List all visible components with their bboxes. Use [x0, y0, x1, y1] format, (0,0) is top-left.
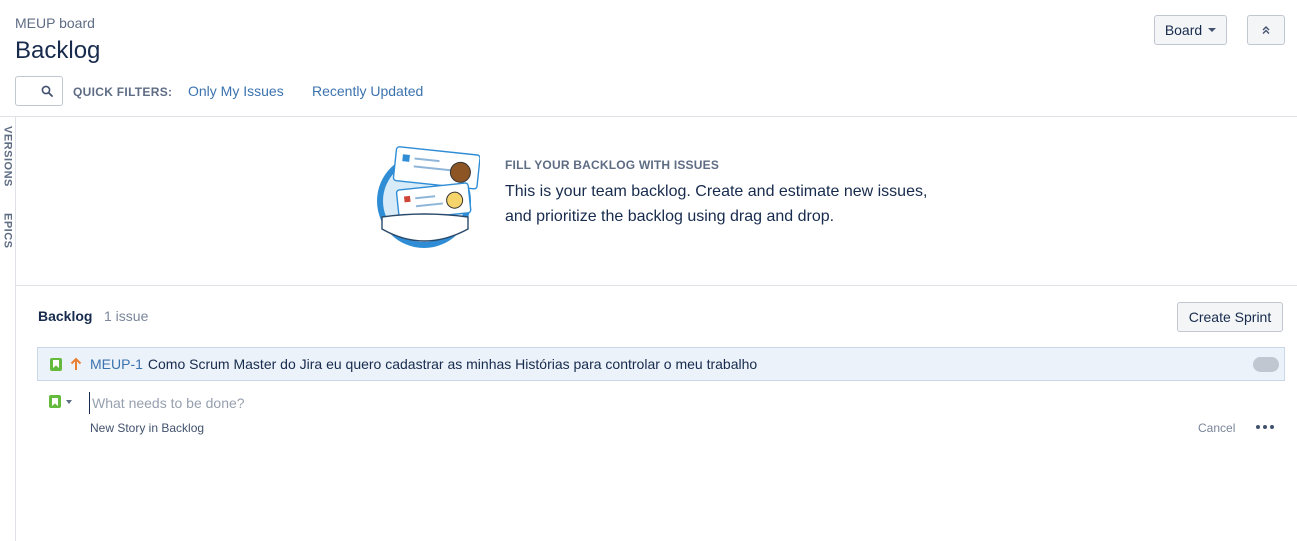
empty-state-line-1: This is your team backlog. Create and es…	[505, 183, 928, 200]
backlog-illustration	[377, 146, 480, 248]
filter-recently-updated[interactable]: Recently Updated	[312, 83, 423, 99]
filter-only-my-issues[interactable]: Only My Issues	[188, 83, 284, 99]
filter-search-box[interactable]	[15, 76, 63, 106]
versions-panel-tab[interactable]: VERSIONS	[0, 126, 15, 192]
issue-summary: Como Scrum Master do Jira eu quero cadas…	[147, 356, 758, 372]
create-sprint-button[interactable]: Create Sprint	[1177, 302, 1283, 332]
story-icon	[49, 395, 61, 408]
estimate-badge[interactable]	[1253, 357, 1279, 372]
issue-type-selector[interactable]	[49, 395, 72, 408]
double-chevron-up-icon	[1262, 26, 1270, 34]
page-title: Backlog	[15, 37, 101, 64]
board-name: MEUP board	[15, 15, 95, 31]
empty-state-line-2: and prioritize the backlog using drag an…	[505, 208, 835, 225]
more-options-button[interactable]	[1256, 420, 1274, 434]
search-icon	[41, 85, 53, 97]
more-dots-icon-dot	[1270, 425, 1274, 429]
board-button-label: Board	[1164, 22, 1203, 38]
caret-down-icon	[1208, 28, 1217, 32]
more-dots-icon-dot	[1263, 425, 1267, 429]
quick-filters-label: QUICK FILTERS:	[73, 85, 173, 99]
new-issue-hint: New Story in Backlog	[90, 421, 205, 435]
new-issue-input[interactable]	[89, 392, 1239, 414]
more-dots-icon	[1256, 425, 1260, 429]
section-divider	[16, 285, 1297, 286]
empty-state-heading: FILL YOUR BACKLOG WITH ISSUES	[505, 158, 720, 172]
collapse-header-button[interactable]	[1247, 15, 1285, 45]
caret-down-icon	[66, 399, 72, 404]
backlog-heading: Backlog	[38, 308, 93, 324]
priority-high-arrow-icon	[70, 357, 82, 371]
issue-key-link[interactable]: MEUP-1	[90, 356, 143, 372]
sidebar-divider	[15, 117, 16, 541]
cancel-link[interactable]: Cancel	[1198, 421, 1235, 435]
story-icon	[50, 357, 62, 371]
backlog-issue-count: 1 issue	[104, 308, 149, 324]
epics-panel-tab[interactable]: EPICS	[0, 213, 15, 253]
empty-state-text: This is your team backlog. Create and es…	[505, 179, 945, 229]
backlog-issue-row[interactable]: MEUP-1 Como Scrum Master do Jira eu quer…	[37, 347, 1285, 381]
header-divider	[0, 116, 1297, 117]
board-dropdown-button[interactable]: Board	[1154, 15, 1227, 45]
